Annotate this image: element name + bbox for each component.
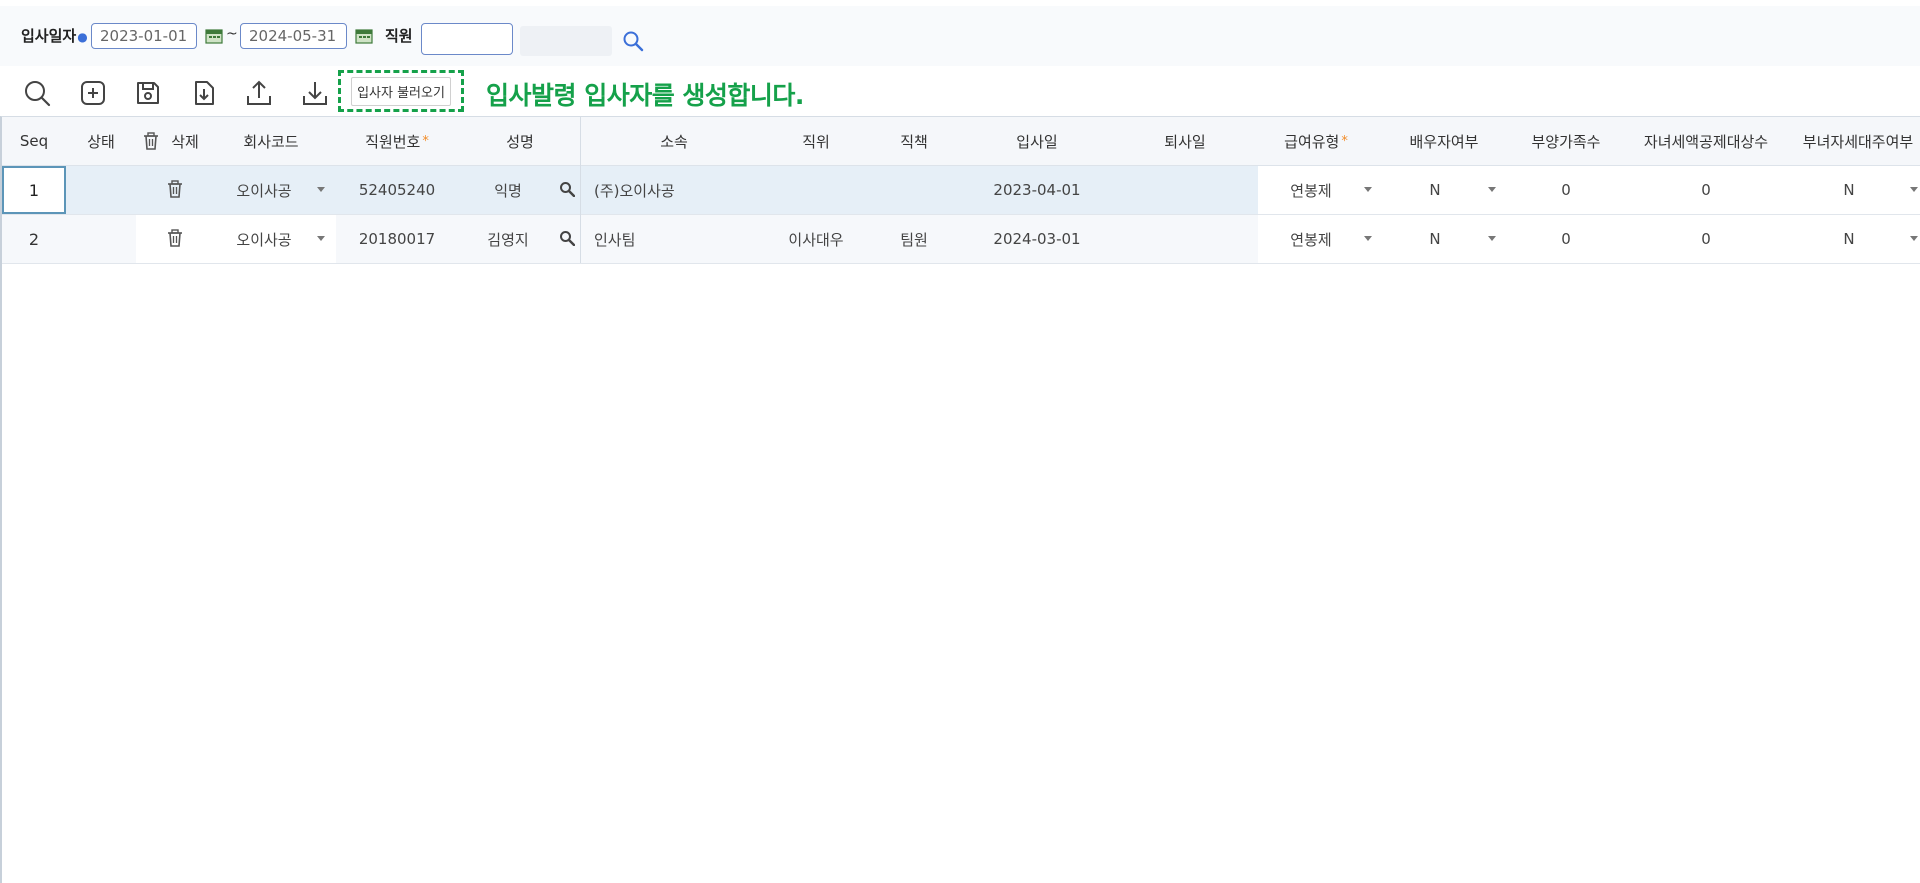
row-dept[interactable]: 인사팀 xyxy=(594,215,766,263)
row-join-date[interactable]: 2023-04-01 xyxy=(962,166,1112,214)
add-icon[interactable] xyxy=(78,78,108,108)
dropdown-caret-icon[interactable] xyxy=(317,187,325,192)
dropdown-caret-icon[interactable] xyxy=(1488,187,1496,192)
row-seq-cell[interactable]: 2 xyxy=(2,215,66,263)
download-icon[interactable] xyxy=(300,78,330,108)
employee-input[interactable] xyxy=(421,23,513,55)
header-company-code[interactable]: 회사코드 xyxy=(206,117,336,165)
search-icon[interactable] xyxy=(559,230,575,246)
search-icon[interactable] xyxy=(559,181,575,197)
frozen-column-divider xyxy=(580,117,581,263)
header-status[interactable]: 상태 xyxy=(66,117,136,165)
header-dept[interactable]: 소속 xyxy=(582,117,766,165)
calendar-icon[interactable] xyxy=(355,28,373,44)
header-duty[interactable]: 직책 xyxy=(866,117,962,165)
dropdown-caret-icon[interactable] xyxy=(1364,187,1372,192)
search-icon[interactable] xyxy=(22,78,52,108)
upload-icon[interactable] xyxy=(244,78,274,108)
row-spouse[interactable]: N xyxy=(1374,215,1496,263)
dropdown-caret-icon[interactable] xyxy=(317,236,325,241)
header-join-date[interactable]: 입사일 xyxy=(962,117,1112,165)
header-pay-type-label: 급여유형 xyxy=(1284,132,1340,151)
header-pay-type[interactable]: 급여유형 * xyxy=(1258,117,1374,165)
header-position[interactable]: 직위 xyxy=(766,117,866,165)
row-dependents[interactable]: 0 xyxy=(1514,215,1618,263)
row-seq-cell[interactable]: 1 xyxy=(2,166,66,214)
trash-icon xyxy=(144,132,159,150)
row-single-parent[interactable]: N xyxy=(1794,166,1904,214)
row-emp-no[interactable]: 52405240 xyxy=(336,166,458,214)
header-delete[interactable]: 삭제 xyxy=(136,117,206,165)
header-spouse[interactable]: 배우자여부 xyxy=(1374,117,1514,165)
header-child-credit[interactable]: 자녀세액공제대상수 xyxy=(1618,117,1794,165)
row-position[interactable] xyxy=(766,166,866,214)
row-leave-date[interactable] xyxy=(1112,166,1258,214)
grid-header: Seq 상태 삭제 회사코드 직원번호 * 성명 소속 직위 직책 입사일 퇴사일… xyxy=(2,117,1920,166)
row-company-code[interactable]: 오이사공 xyxy=(216,166,312,214)
row-name[interactable]: 김영지 xyxy=(458,215,558,263)
header-single-parent[interactable]: 부녀자세대주여부 xyxy=(1794,117,1920,165)
row-duty[interactable]: 팀원 xyxy=(866,215,962,263)
row-single-parent[interactable]: N xyxy=(1794,215,1904,263)
header-emp-no-label: 직원번호 xyxy=(365,132,421,151)
load-hires-button[interactable]: 입사자 불러오기 xyxy=(351,76,451,106)
table-row[interactable]: 1 오이사공 52405240 익명 (주)오이사공 2023-04-01 연봉… xyxy=(2,166,1920,215)
save-icon[interactable] xyxy=(133,78,163,108)
row-position[interactable]: 이사대우 xyxy=(766,215,866,263)
header-dependents[interactable]: 부양가족수 xyxy=(1514,117,1618,165)
row-company-code[interactable]: 오이사공 xyxy=(216,215,312,263)
join-date-from-input[interactable] xyxy=(91,23,197,49)
row-dept[interactable]: (주)오이사공 xyxy=(594,166,766,214)
load-hires-button-highlight: 입사자 불러오기 xyxy=(338,70,464,112)
row-child-credit[interactable]: 0 xyxy=(1618,166,1794,214)
row-pay-type[interactable]: 연봉제 xyxy=(1258,215,1364,263)
header-seq[interactable]: Seq xyxy=(2,117,66,165)
header-leave-date[interactable]: 퇴사일 xyxy=(1112,117,1258,165)
dropdown-caret-icon[interactable] xyxy=(1910,236,1918,241)
dropdown-caret-icon[interactable] xyxy=(1488,236,1496,241)
row-child-credit[interactable]: 0 xyxy=(1618,215,1794,263)
import-file-icon[interactable] xyxy=(189,78,219,108)
dropdown-caret-icon[interactable] xyxy=(1364,236,1372,241)
required-star: * xyxy=(1341,133,1348,149)
row-emp-no[interactable]: 20180017 xyxy=(336,215,458,263)
table-row[interactable]: 2 오이사공 20180017 김영지 인사팀 이사대우 팀원 2024-03-… xyxy=(2,215,1920,264)
hint-text: 입사발령 입사자를 생성합니다. xyxy=(486,81,804,110)
trash-icon[interactable] xyxy=(167,180,183,198)
row-leave-date[interactable] xyxy=(1112,215,1258,263)
row-join-date[interactable]: 2024-03-01 xyxy=(962,215,1112,263)
dropdown-caret-icon[interactable] xyxy=(1910,187,1918,192)
header-emp-no[interactable]: 직원번호 * xyxy=(336,117,458,165)
trash-icon[interactable] xyxy=(167,229,183,247)
calendar-icon[interactable] xyxy=(205,28,223,44)
row-status[interactable] xyxy=(66,166,136,214)
required-dot: ● xyxy=(77,30,88,44)
row-duty[interactable] xyxy=(866,166,962,214)
join-date-to-input[interactable] xyxy=(240,23,347,49)
row-pay-type[interactable]: 연봉제 xyxy=(1258,166,1364,214)
required-star: * xyxy=(422,133,429,149)
date-range-separator: ~ xyxy=(226,26,238,42)
row-name[interactable]: 익명 xyxy=(458,166,558,214)
row-spouse[interactable]: N xyxy=(1374,166,1496,214)
search-icon[interactable] xyxy=(622,30,644,52)
join-date-label: 입사일자● xyxy=(21,25,88,46)
join-date-label-text: 입사일자 xyxy=(21,27,77,45)
row-dependents[interactable]: 0 xyxy=(1514,166,1618,214)
toolbar: 입사자 불러오기 입사발령 입사자를 생성합니다. xyxy=(0,70,1920,114)
employee-grid: Seq 상태 삭제 회사코드 직원번호 * 성명 소속 직위 직책 입사일 퇴사일… xyxy=(0,116,1920,883)
employee-name-display xyxy=(520,26,612,56)
header-name[interactable]: 성명 xyxy=(458,117,582,165)
search-filter-bar: 입사일자● ~ 직원 xyxy=(0,6,1920,66)
row-status[interactable] xyxy=(66,215,136,263)
employee-label: 직원 xyxy=(385,27,413,45)
header-delete-label: 삭제 xyxy=(171,132,199,151)
